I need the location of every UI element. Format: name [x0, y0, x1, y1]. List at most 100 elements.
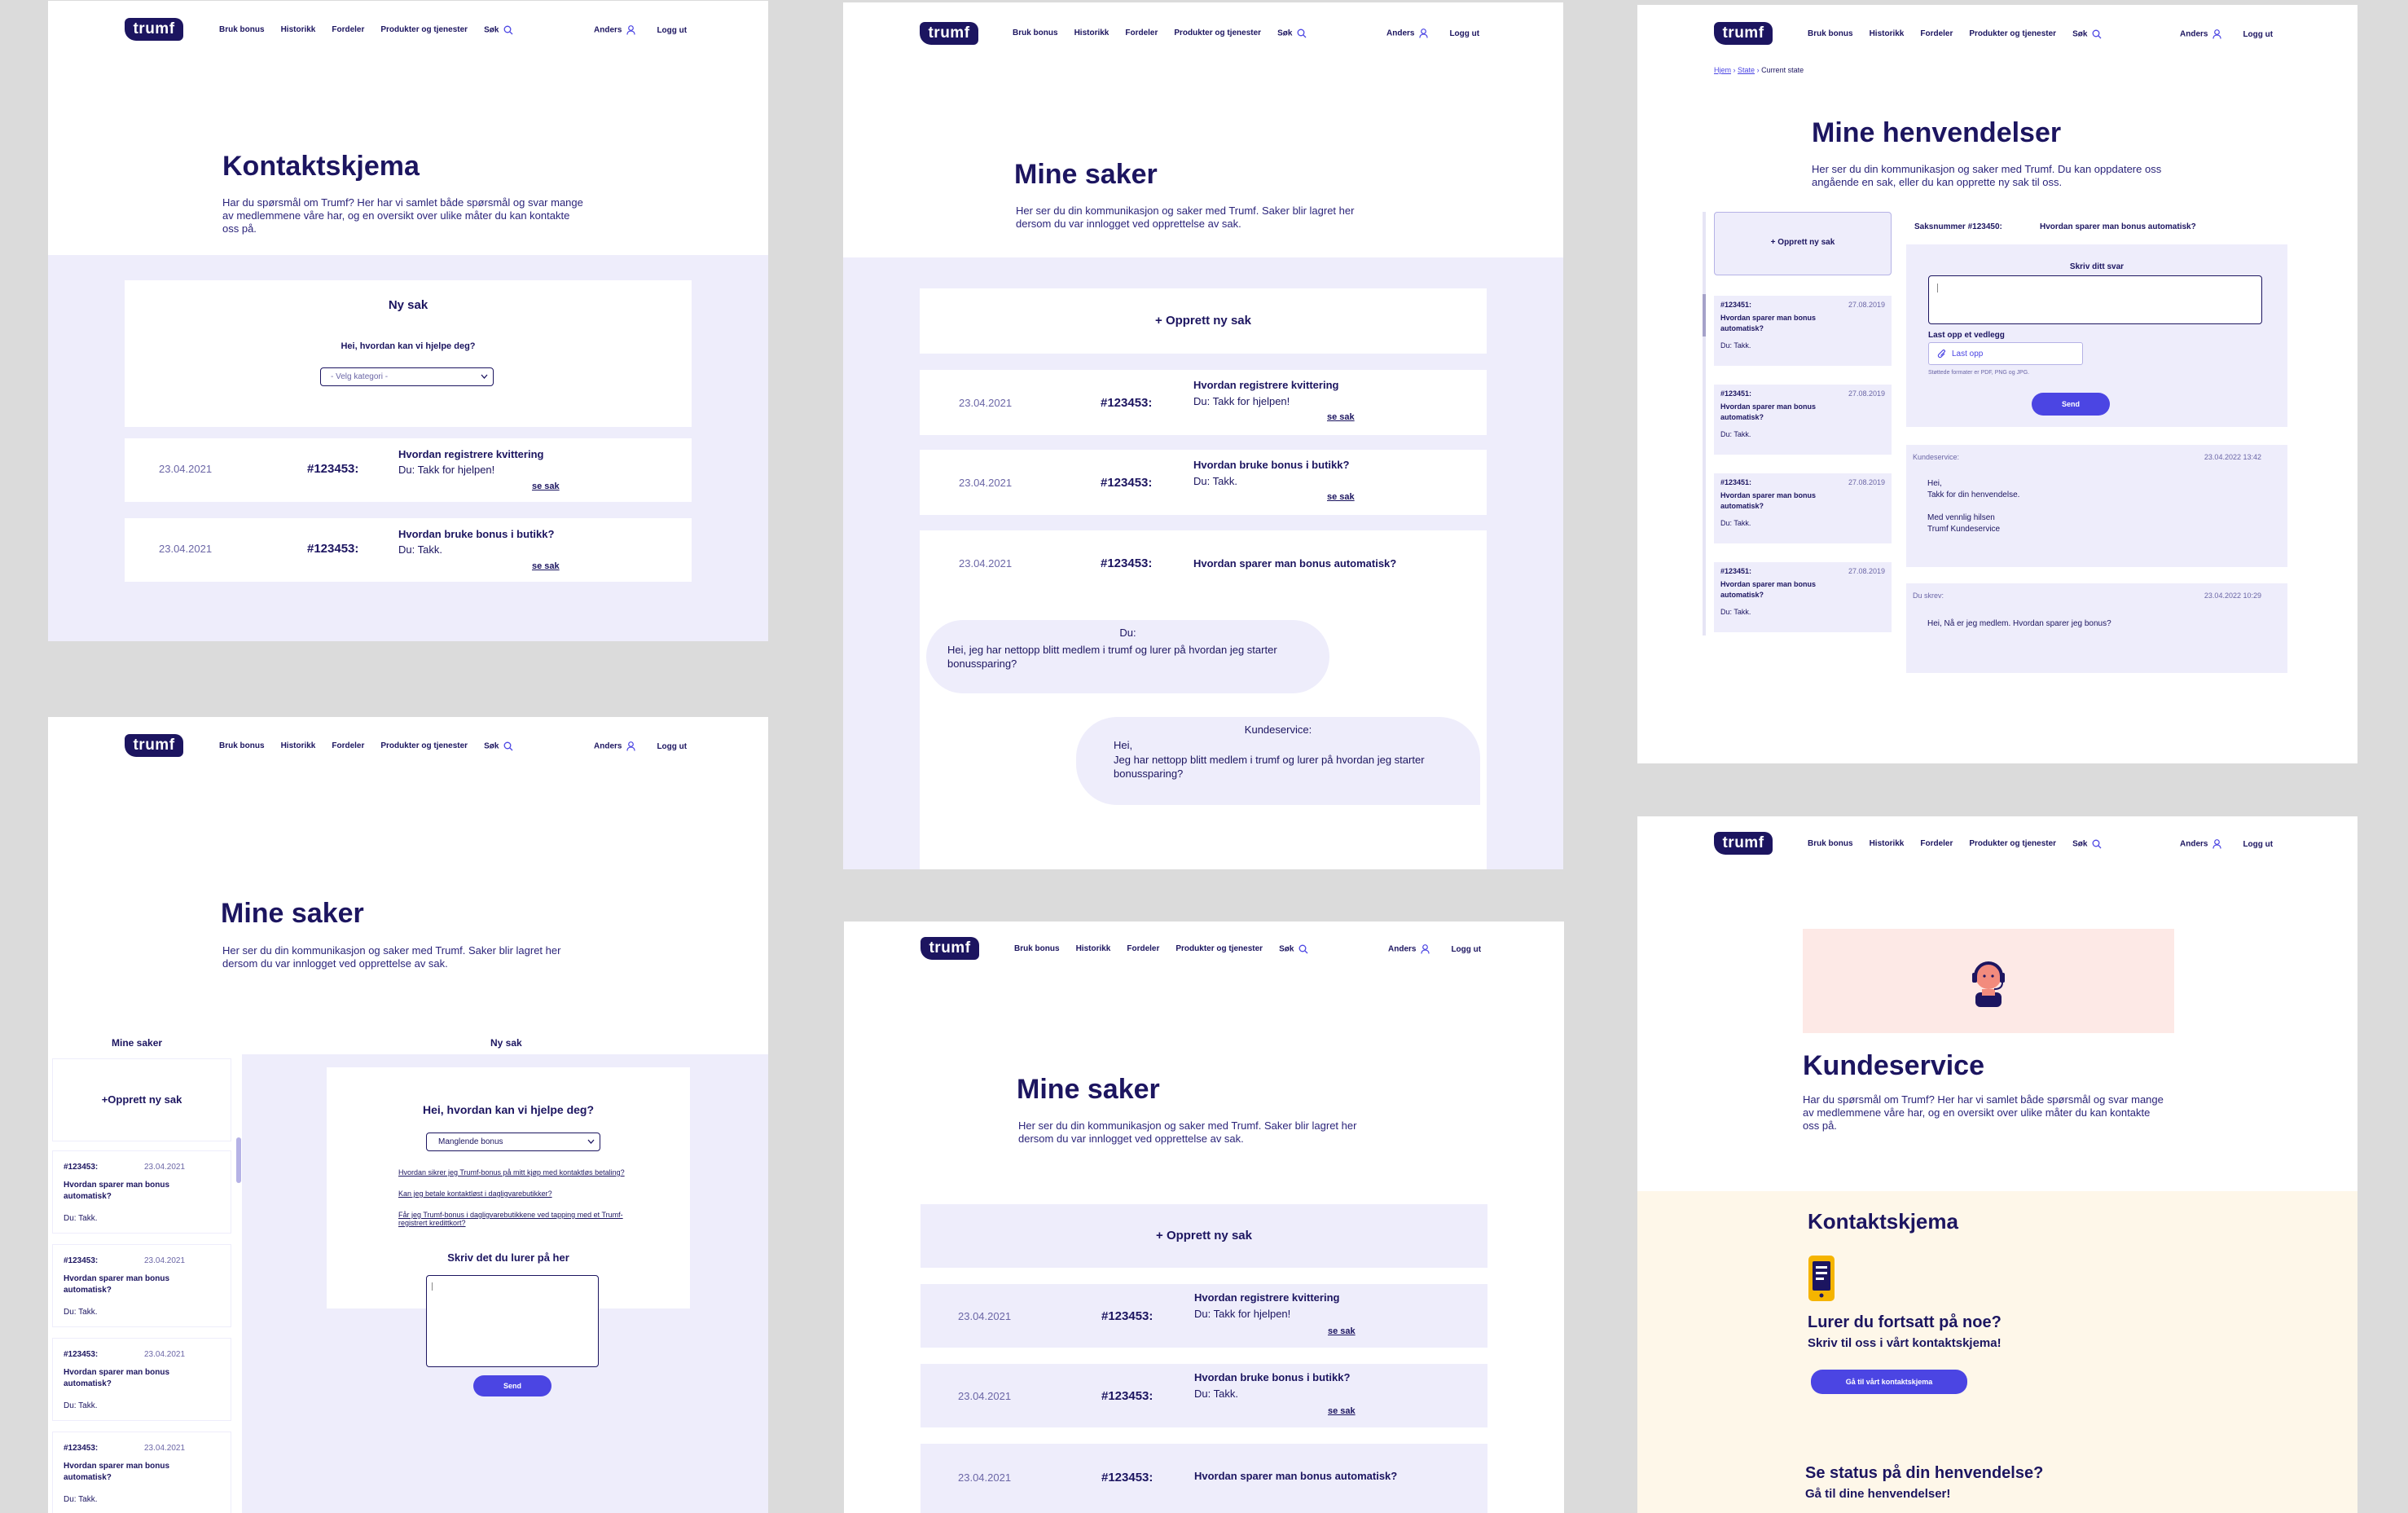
see-case-link[interactable]: se sak — [532, 482, 560, 491]
nav-user[interactable]: Anders — [594, 25, 636, 35]
chevron-down-icon — [587, 1139, 595, 1144]
send-button[interactable]: Send — [473, 1375, 551, 1396]
send-button[interactable]: Send — [2032, 393, 2110, 416]
new-case-button[interactable]: + Opprett ny sak — [1714, 212, 1892, 275]
breadcrumb: Hjem › State › Current state — [1714, 66, 1804, 74]
trumf-logo[interactable]: trumf — [125, 734, 183, 757]
nav-user[interactable]: Anders — [1388, 944, 1430, 954]
nav-historikk[interactable]: Historikk — [1870, 29, 1905, 39]
nav-search[interactable]: Søk — [484, 741, 513, 751]
category-select[interactable]: Manglende bonus — [426, 1133, 600, 1151]
case-list-item[interactable]: #123453: 23.04.2021 Hvordan sparer man b… — [53, 1245, 231, 1326]
case-row[interactable]: 23.04.2021 #123453: Hvordan bruke bonus … — [921, 1364, 1487, 1427]
nav-bruk-bonus[interactable]: Bruk bonus — [219, 25, 265, 35]
nav-bruk-bonus[interactable]: Bruk bonus — [219, 741, 265, 751]
new-case-button[interactable]: + Opprett ny sak — [921, 1204, 1487, 1268]
nav-search[interactable]: Søk — [484, 25, 513, 35]
trumf-logo[interactable]: trumf — [125, 18, 183, 41]
see-case-link[interactable]: se sak — [1327, 492, 1355, 502]
trumf-logo[interactable]: trumf — [1714, 22, 1773, 45]
case-last-reply: Du: Takk. — [1193, 475, 1237, 487]
nav-logout[interactable]: Logg ut — [2243, 840, 2273, 849]
case-list-item[interactable]: #123453: 23.04.2021 Hvordan sparer man b… — [53, 1339, 231, 1420]
new-case-card: Ny sak Hei, hvordan kan vi hjelpe deg? -… — [125, 280, 692, 427]
nav-bruk-bonus[interactable]: Bruk bonus — [1013, 29, 1058, 38]
case-list-item[interactable]: #123453: 23.04.2021 Hvordan sparer man b… — [53, 1432, 231, 1513]
nav-logout[interactable]: Logg ut — [657, 742, 687, 751]
case-row[interactable]: 23.04.2021 #123453: Hvordan sparer man b… — [921, 1444, 1487, 1513]
nav-fordeler[interactable]: Fordeler — [332, 741, 364, 751]
nav-produkter[interactable]: Produkter og tjenester — [380, 25, 468, 35]
tab-ny-sak[interactable]: Ny sak — [490, 1037, 522, 1049]
nav-bruk-bonus[interactable]: Bruk bonus — [1014, 944, 1060, 954]
nav-fordeler[interactable]: Fordeler — [1920, 29, 1953, 39]
upload-button[interactable]: Last opp — [1928, 342, 2083, 365]
tab-mine-saker[interactable]: Mine saker — [112, 1037, 162, 1049]
nav-fordeler[interactable]: Fordeler — [332, 25, 364, 35]
trumf-logo[interactable]: trumf — [921, 937, 979, 960]
nav-user[interactable]: Anders — [594, 741, 636, 751]
nav-produkter[interactable]: Produkter og tjenester — [380, 741, 468, 751]
new-case-label: + Opprett ny sak — [1156, 1229, 1252, 1243]
nav-user[interactable]: Anders — [2180, 839, 2222, 849]
scrollbar-thumb[interactable] — [236, 1137, 241, 1183]
see-case-link[interactable]: se sak — [1328, 1406, 1356, 1416]
nav-historikk[interactable]: Historikk — [281, 741, 316, 751]
faq-link[interactable]: Får jeg Trumf-bonus i dagligvarebutikken… — [398, 1211, 635, 1227]
case-last-reply: Du: Takk. — [1720, 430, 1751, 438]
case-row[interactable]: 23.04.2021 #123453: Hvordan registrere k… — [920, 370, 1487, 435]
case-list-item[interactable]: #123451: 27.08.2019 Hvordan sparer man b… — [1714, 473, 1892, 543]
nav-historikk[interactable]: Historikk — [1074, 29, 1110, 38]
nav-fordeler[interactable]: Fordeler — [1920, 839, 1953, 849]
see-case-link[interactable]: se sak — [1328, 1326, 1356, 1336]
case-row[interactable]: 23.04.2021 #123453: Hvordan registrere k… — [125, 438, 692, 502]
nav-fordeler[interactable]: Fordeler — [1127, 944, 1159, 954]
nav-fordeler[interactable]: Fordeler — [1125, 29, 1158, 38]
case-row[interactable]: 23.04.2021 #123453: Hvordan bruke bonus … — [920, 450, 1487, 515]
page-intro: Har du spørsmål om Trumf? Her har vi sam… — [1803, 1093, 2164, 1132]
nav-produkter[interactable]: Produkter og tjenester — [1174, 29, 1261, 38]
trumf-logo[interactable]: trumf — [920, 22, 978, 45]
contact-form-button[interactable]: Gå til vårt kontaktskjema — [1811, 1370, 1967, 1394]
nav-bruk-bonus[interactable]: Bruk bonus — [1808, 839, 1853, 849]
trumf-logo[interactable]: trumf — [1714, 832, 1773, 855]
see-case-link[interactable]: se sak — [532, 561, 560, 571]
case-row[interactable]: 23.04.2021 #123453: Hvordan bruke bonus … — [125, 518, 692, 582]
nav-produkter[interactable]: Produkter og tjenester — [1175, 944, 1263, 954]
case-list-item[interactable]: #123451: 27.08.2019 Hvordan sparer man b… — [1714, 296, 1892, 366]
category-select[interactable]: - Velg kategori - — [320, 367, 494, 386]
status-subheading[interactable]: Gå til dine henvendelser! — [1805, 1487, 1950, 1501]
nav-historikk[interactable]: Historikk — [1076, 944, 1111, 954]
nav-logout[interactable]: Logg ut — [1449, 29, 1479, 38]
question-textarea[interactable] — [426, 1275, 599, 1367]
nav-search[interactable]: Søk — [1277, 29, 1307, 38]
nav-produkter[interactable]: Produkter og tjenester — [1969, 839, 2056, 849]
nav-search[interactable]: Søk — [2072, 29, 2102, 39]
nav-search[interactable]: Søk — [1279, 944, 1308, 954]
scrollbar-thumb[interactable] — [1703, 294, 1706, 336]
case-question: Hvordan sparer man bonus automatisk? — [1194, 1470, 1398, 1482]
case-row[interactable]: 23.04.2021 #123453: Hvordan registrere k… — [921, 1284, 1487, 1348]
search-icon — [1298, 944, 1308, 954]
faq-link[interactable]: Hvordan sikrer jeg Trumf-bonus på mitt k… — [398, 1168, 635, 1177]
nav-user[interactable]: Anders — [2180, 29, 2222, 39]
case-list-item[interactable]: #123451: 27.08.2019 Hvordan sparer man b… — [1714, 385, 1892, 455]
case-list-item[interactable]: #123453: 23.04.2021 Hvordan sparer man b… — [53, 1151, 231, 1233]
faq-link[interactable]: Kan jeg betale kontaktløst i dagligvareb… — [398, 1190, 635, 1198]
nav-search[interactable]: Søk — [2072, 839, 2102, 849]
new-case-button[interactable]: +Opprett ny sak — [53, 1059, 231, 1141]
breadcrumb-home[interactable]: Hjem — [1714, 66, 1731, 74]
case-list-item[interactable]: #123451: 27.08.2019 Hvordan sparer man b… — [1714, 562, 1892, 632]
nav-bruk-bonus[interactable]: Bruk bonus — [1808, 29, 1853, 39]
see-case-link[interactable]: se sak — [1327, 412, 1355, 422]
nav-logout[interactable]: Logg ut — [1451, 945, 1481, 954]
nav-user[interactable]: Anders — [1386, 29, 1429, 38]
nav-logout[interactable]: Logg ut — [657, 26, 687, 35]
new-case-button[interactable]: + Opprett ny sak — [920, 288, 1487, 354]
breadcrumb-state[interactable]: State — [1738, 66, 1755, 74]
nav-historikk[interactable]: Historikk — [1870, 839, 1905, 849]
nav-produkter[interactable]: Produkter og tjenester — [1969, 29, 2056, 39]
nav-logout[interactable]: Logg ut — [2243, 30, 2273, 39]
reply-textarea[interactable] — [1928, 275, 2262, 324]
nav-historikk[interactable]: Historikk — [281, 25, 316, 35]
